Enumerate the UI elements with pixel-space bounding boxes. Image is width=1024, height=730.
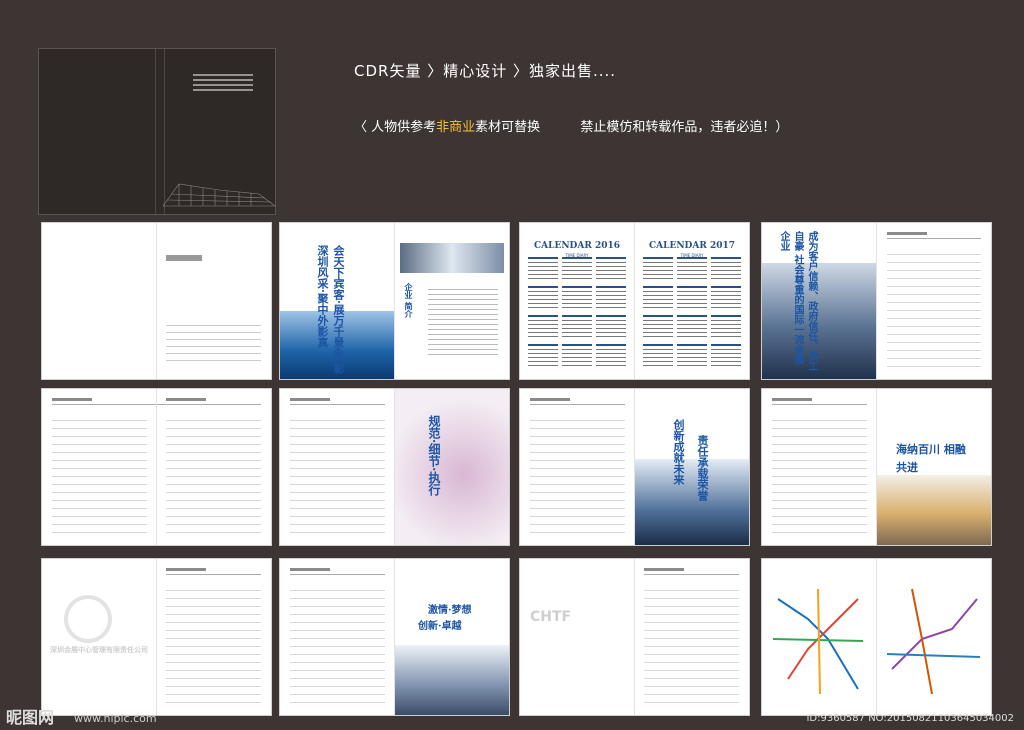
brochure-cover xyxy=(38,48,276,215)
innovation-slogan-2: 责任承载荣誉 xyxy=(696,435,709,501)
personal-info-form xyxy=(166,319,261,361)
passion-slogan-1: 激情·梦想 xyxy=(428,605,472,616)
month-grid-2016 xyxy=(528,257,626,369)
page-fold xyxy=(156,389,157,545)
page-fold xyxy=(394,223,395,379)
page-fold xyxy=(876,223,877,379)
page-fold xyxy=(156,223,157,379)
standards-slogan: 规范·细节·执行 xyxy=(427,415,441,496)
page-company-profile: 会天下宾客·展万千景象 彰深圳风采·聚中外影真 企业 简介 xyxy=(279,222,510,380)
note-prefix: 〈 人物供参考 xyxy=(354,120,437,135)
note-warning: 禁止模仿和转载作品，违者必追！） xyxy=(580,120,789,135)
calendar-2017: CALENDAR 2017 TIME DIARY xyxy=(635,223,749,379)
page-standards: 规范·细节·执行 xyxy=(279,388,510,546)
page-metro-maps xyxy=(761,558,992,716)
page-header xyxy=(166,398,261,405)
note-suffix: 素材可替换 xyxy=(475,120,541,135)
ruled-lines xyxy=(644,583,739,705)
ruled-lines xyxy=(887,247,981,369)
page-inclusive: 海纳百川 相融共进 xyxy=(761,388,992,546)
month-grid-2017 xyxy=(643,257,741,369)
page-header xyxy=(772,398,867,405)
ruled-lines xyxy=(290,583,385,705)
ruled-lines xyxy=(290,413,385,535)
page-fold xyxy=(156,559,157,715)
profile-text xyxy=(428,285,498,355)
nipic-url: www.nipic.com xyxy=(74,712,157,725)
page-innovation: 创新成就未来 责任承载荣誉 xyxy=(519,388,750,546)
page-fold xyxy=(634,559,635,715)
passion-slogan-2: 创新·卓越 xyxy=(418,621,462,632)
page-header xyxy=(166,568,261,575)
page-header xyxy=(290,398,385,405)
hall-photo xyxy=(400,243,504,273)
page-calendar: CALENDAR 2016 TIME DIARY CALENDAR 2017 T… xyxy=(519,222,750,380)
company-seal xyxy=(64,595,112,643)
vision-slogan: 成为客户信赖、政府信任、员工自豪 社会尊重的国际一流会展企业 xyxy=(778,231,817,371)
building-illustration xyxy=(162,183,276,207)
page-vision: 成为客户信赖、政府信任、员工自豪 社会尊重的国际一流会展企业 xyxy=(761,222,992,380)
ruled-lines xyxy=(772,413,867,535)
inclusive-slogan: 海纳百川 相融共进 xyxy=(896,443,966,474)
page-header xyxy=(644,568,739,575)
company-name: 深圳会展中心管理有限责任公司 xyxy=(50,645,148,654)
chtf-logo: CHTF xyxy=(530,609,572,625)
page-passion: 激情·梦想 创新·卓越 xyxy=(279,558,510,716)
ruled-lines xyxy=(166,583,261,705)
page-ruled-1 xyxy=(41,388,272,546)
metro-map-left xyxy=(772,588,864,695)
page-header xyxy=(887,232,981,239)
ruled-lines xyxy=(166,413,261,535)
trophy-photo xyxy=(635,459,749,545)
sailboat-photo xyxy=(395,645,509,715)
metro-map-right xyxy=(886,588,981,695)
note-highlight: 非商业 xyxy=(436,120,476,135)
page-notebook-cover xyxy=(41,222,272,380)
ruled-lines xyxy=(52,413,147,535)
ruled-lines xyxy=(530,413,625,535)
profile-label: 企业 简介 xyxy=(404,283,414,318)
profile-slogan: 会天下宾客·展万千景象 彰深圳风采·聚中外影真 xyxy=(316,245,345,374)
image-id: ID:9360587 NO:20150821103645034002 xyxy=(806,713,1014,724)
nipic-logo: 昵图网 xyxy=(6,708,55,727)
gear-background xyxy=(395,389,509,545)
calendar-title-2016: CALENDAR 2016 xyxy=(533,241,620,251)
usage-note: 〈 人物供参考非商业素材可替换 禁止模仿和转载作品，违者必追！） xyxy=(354,116,788,135)
page-ruled-logo: 深圳会展中心管理有限责任公司 xyxy=(41,558,272,716)
page-header xyxy=(530,398,625,405)
headline: CDR矢量 〉精心设计 〉独家出售.... xyxy=(354,62,617,80)
sunset-photo xyxy=(877,475,991,545)
page-fold xyxy=(876,559,877,715)
cover-logo xyxy=(193,71,253,95)
calendar-2016: CALENDAR 2016 TIME DIARY xyxy=(520,223,634,379)
calendar-title-2017: CALENDAR 2017 xyxy=(648,241,735,251)
page-chtf: CHTF xyxy=(519,558,750,716)
page-header xyxy=(290,568,385,575)
innovation-slogan-1: 创新成就未来 xyxy=(672,419,685,485)
notebook-title-mark xyxy=(166,255,202,261)
